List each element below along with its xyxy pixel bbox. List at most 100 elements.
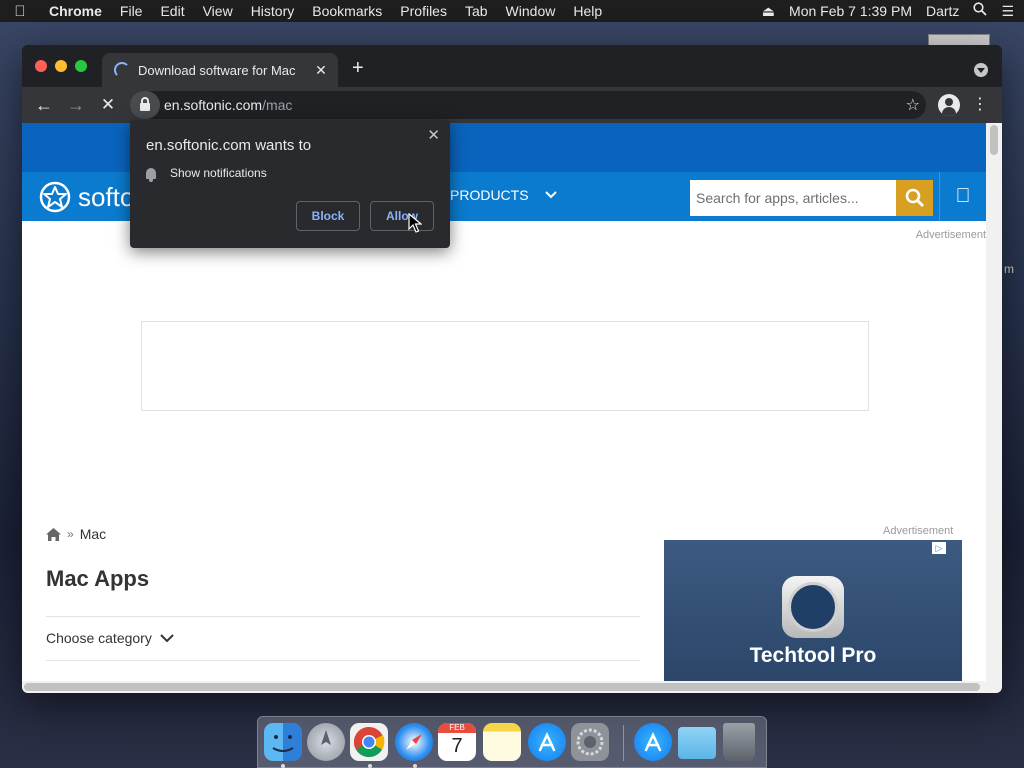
tab-search-icon[interactable] bbox=[974, 63, 988, 77]
calendar-month: FEB bbox=[438, 723, 476, 733]
permission-title: en.softonic.com wants to bbox=[146, 137, 312, 154]
menubar-datetime[interactable]: Mon Feb 7 1:39 PM bbox=[789, 0, 912, 22]
logo-text: softo bbox=[78, 181, 135, 212]
breadcrumb-separator: » bbox=[67, 527, 74, 541]
spotlight-search-icon[interactable] bbox=[973, 0, 988, 22]
running-indicator bbox=[281, 764, 285, 768]
profile-avatar-icon[interactable] bbox=[938, 94, 960, 116]
menu-history[interactable]: History bbox=[242, 0, 304, 22]
site-search-button[interactable] bbox=[896, 180, 933, 216]
vertical-scroll-thumb[interactable] bbox=[990, 125, 998, 155]
techtool-pro-app-icon bbox=[782, 576, 844, 638]
horizontal-scroll-thumb[interactable] bbox=[24, 683, 980, 691]
softonic-logo-icon bbox=[39, 181, 71, 213]
menubar-user[interactable]: Dartz bbox=[926, 0, 959, 22]
page-title: Mac Apps bbox=[46, 566, 150, 591]
address-bar[interactable]: en.softonic.com/mac ☆ bbox=[130, 91, 926, 119]
breadcrumb-current[interactable]: Mac bbox=[80, 526, 106, 542]
launchpad-icon[interactable] bbox=[307, 723, 345, 761]
permission-close-icon[interactable]: ✕ bbox=[427, 126, 440, 144]
nav-products-menu[interactable]: PRODUCTS bbox=[450, 187, 557, 203]
site-search-box bbox=[690, 180, 896, 216]
permission-text: Show notifications bbox=[170, 166, 267, 180]
menu-profiles[interactable]: Profiles bbox=[391, 0, 456, 22]
home-icon[interactable] bbox=[46, 527, 61, 541]
softonic-logo[interactable]: softo bbox=[38, 180, 134, 214]
dock-separator bbox=[623, 725, 624, 761]
chrome-menu-icon[interactable]: ⋮ bbox=[972, 95, 988, 115]
running-indicator bbox=[413, 764, 417, 768]
breadcrumb: » Mac bbox=[46, 526, 106, 542]
stop-loading-icon[interactable]: ✕ bbox=[96, 93, 120, 117]
fullscreen-window-button[interactable] bbox=[75, 60, 87, 72]
advertisement-label: Advertisement bbox=[915, 229, 986, 241]
safari-icon[interactable] bbox=[395, 723, 433, 761]
chevron-down-icon bbox=[160, 633, 174, 642]
tab-strip: Download software for Mac ✕ + bbox=[22, 45, 1002, 87]
apple-menu-icon[interactable]:  bbox=[0, 3, 40, 20]
system-preferences-icon[interactable] bbox=[571, 723, 609, 761]
apple-logo-icon:  bbox=[956, 185, 971, 208]
platform-apple-button[interactable]:  bbox=[939, 172, 986, 221]
url-host: en.softonic.com bbox=[164, 97, 263, 113]
lock-icon bbox=[140, 97, 150, 111]
divider bbox=[46, 616, 640, 617]
allow-button[interactable]: Allow bbox=[370, 201, 434, 231]
side-advertisement-label: Advertisement bbox=[883, 525, 954, 537]
side-ad-title: Techtool Pro bbox=[749, 644, 877, 667]
tab-title: Download software for Mac bbox=[138, 62, 296, 78]
search-icon bbox=[905, 188, 924, 208]
downloads-folder-icon[interactable] bbox=[678, 727, 716, 759]
bookmark-star-icon[interactable]: ☆ bbox=[906, 95, 920, 115]
divider bbox=[46, 660, 640, 661]
menubar-status-area: ⏏ Mon Feb 7 1:39 PM Dartz ☰ bbox=[762, 0, 1014, 22]
menu-edit[interactable]: Edit bbox=[151, 0, 193, 22]
back-arrow-icon[interactable]: ← bbox=[32, 93, 56, 117]
bell-icon bbox=[146, 167, 156, 182]
eject-icon[interactable]: ⏏ bbox=[762, 0, 775, 22]
control-center-icon[interactable]: ☰ bbox=[1001, 0, 1014, 22]
tab-close-icon[interactable]: ✕ bbox=[310, 62, 332, 79]
calendar-icon[interactable]: FEB 7 bbox=[438, 723, 476, 761]
chevron-down-icon bbox=[544, 191, 557, 199]
menu-view[interactable]: View bbox=[194, 0, 242, 22]
adchoices-icon[interactable]: ▷ bbox=[932, 542, 946, 554]
notification-permission-popup: en.softonic.com wants to ✕ Show notifica… bbox=[130, 120, 450, 248]
active-tab[interactable]: Download software for Mac ✕ bbox=[102, 53, 338, 87]
menu-bookmarks[interactable]: Bookmarks bbox=[303, 0, 391, 22]
notes-icon[interactable] bbox=[483, 723, 521, 761]
running-indicator bbox=[368, 764, 372, 768]
finder-icon[interactable] bbox=[264, 723, 302, 761]
close-window-button[interactable] bbox=[35, 60, 47, 72]
new-tab-button[interactable]: + bbox=[352, 58, 364, 78]
menu-help[interactable]: Help bbox=[564, 0, 611, 22]
chrome-window: Download software for Mac ✕ + ← → ✕ en.s… bbox=[22, 45, 1002, 693]
menu-file[interactable]: File bbox=[111, 0, 152, 22]
site-search-input[interactable] bbox=[696, 190, 892, 206]
category-label: Choose category bbox=[46, 630, 152, 646]
forward-arrow-icon[interactable]: → bbox=[64, 93, 88, 117]
macos-menubar:  Chrome File Edit View History Bookmark… bbox=[0, 0, 1024, 22]
vertical-scrollbar[interactable] bbox=[986, 123, 1002, 681]
chrome-icon[interactable] bbox=[350, 723, 388, 761]
url-path: /mac bbox=[262, 97, 293, 113]
macos-dock: FEB 7 bbox=[257, 716, 767, 768]
side-ad-techtool-pro[interactable]: ▷ Techtool Pro bbox=[664, 540, 962, 681]
minimize-window-button[interactable] bbox=[55, 60, 67, 72]
choose-category-dropdown[interactable]: Choose category bbox=[46, 630, 174, 646]
app-store-downloads-icon[interactable] bbox=[634, 723, 672, 761]
nav-products-label: PRODUCTS bbox=[450, 187, 529, 203]
menu-window[interactable]: Window bbox=[497, 0, 565, 22]
loading-spinner-icon bbox=[114, 62, 130, 78]
permission-row: Show notifications bbox=[146, 166, 267, 182]
menu-tab[interactable]: Tab bbox=[456, 0, 497, 22]
ad-banner-placeholder[interactable] bbox=[141, 321, 869, 411]
app-store-icon[interactable] bbox=[528, 723, 566, 761]
horizontal-scrollbar[interactable] bbox=[22, 681, 1002, 693]
menu-app-name[interactable]: Chrome bbox=[40, 0, 111, 22]
trash-icon[interactable] bbox=[723, 723, 755, 761]
block-button[interactable]: Block bbox=[296, 201, 360, 231]
site-info-button[interactable] bbox=[130, 91, 160, 119]
mouse-cursor-icon bbox=[408, 213, 422, 233]
desktop-edge-text: m bbox=[1004, 262, 1014, 276]
